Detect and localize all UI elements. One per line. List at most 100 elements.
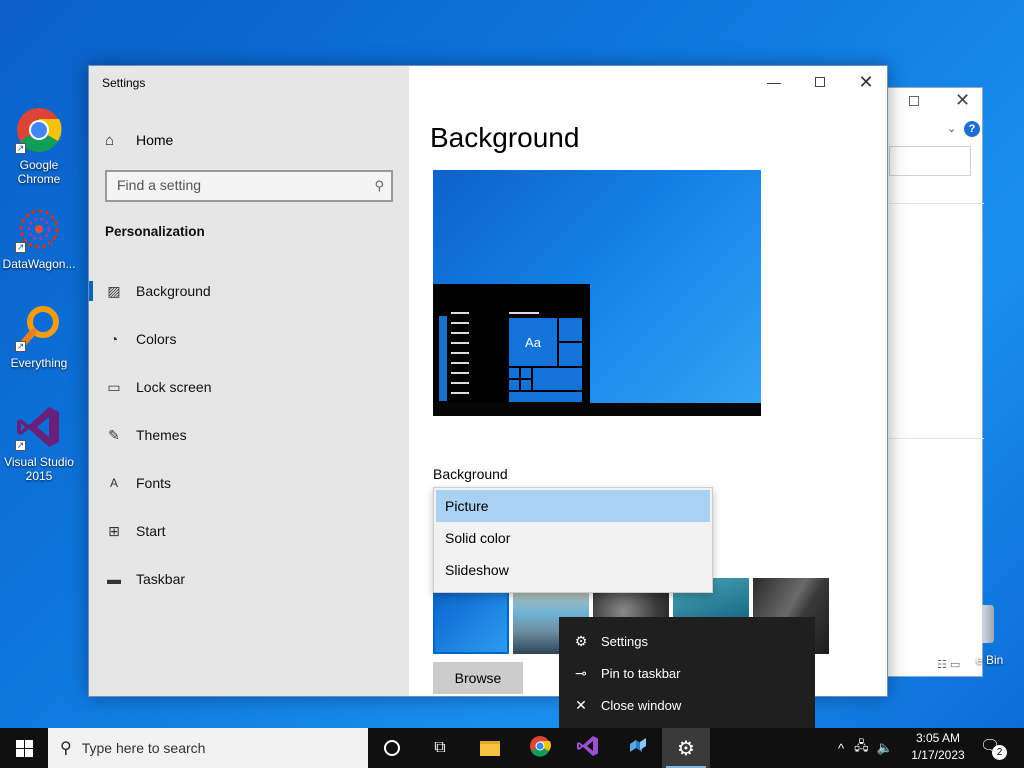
preview-group-header (509, 312, 539, 314)
chevron-up-icon[interactable]: ^ (838, 741, 844, 756)
nav-item-lock-screen[interactable]: ▭ Lock screen (89, 367, 409, 407)
background-label: Background (433, 466, 508, 482)
view-toggle-icons[interactable]: ☷ ▭ (937, 658, 960, 671)
dropdown-option-picture[interactable]: Picture (436, 490, 710, 522)
nav-item-label: Colors (136, 331, 177, 347)
taskbar-app-settings[interactable]: ⚙ (662, 728, 710, 768)
help-icon[interactable]: ? (964, 121, 980, 137)
search-placeholder: Find a setting (117, 177, 202, 193)
maximize-icon[interactable] (909, 96, 919, 106)
page-title: Background (430, 122, 580, 153)
jump-item-pin-to-taskbar[interactable]: ⊸ Pin to taskbar (559, 657, 815, 689)
desktop-icon-label: e Bin (976, 653, 1004, 667)
home-icon: ⌂ (105, 131, 115, 149)
cortana-button[interactable] (368, 728, 416, 768)
taskbar-clock[interactable]: 3:05 AM 1/17/2023 (903, 730, 973, 764)
network-icon[interactable]: 🖧 (854, 737, 869, 759)
preview-tile-wide (508, 391, 583, 403)
divider (889, 203, 984, 204)
fonts-icon: A (109, 476, 118, 490)
visual-studio-icon: ↗ (15, 403, 63, 451)
settings-nav-pane: Settings ⌂ Home Find a setting ⚲ Persona… (89, 66, 409, 696)
preview-tile (520, 367, 532, 379)
nav-item-label: Lock screen (136, 379, 212, 395)
nav-item-taskbar[interactable]: ▬ Taskbar (89, 559, 409, 599)
nav-item-label: Themes (136, 427, 187, 443)
nav-item-colors[interactable]: ◔ Colors (89, 319, 409, 359)
jump-item-close-window[interactable]: ✕ Close window (559, 689, 815, 721)
nav-item-start[interactable]: ⊞ Start (89, 511, 409, 551)
desktop-icon-label: Google Chrome (17, 158, 61, 186)
minimize-icon: — (767, 74, 781, 90)
desktop-icon-recycle-bin[interactable]: e Bin (976, 605, 1024, 667)
find-setting-input[interactable]: Find a setting ⚲ (105, 170, 393, 202)
notification-count-badge: 2 (992, 745, 1007, 760)
browse-button[interactable]: Browse (433, 662, 523, 694)
nav-item-label: Fonts (136, 475, 172, 491)
address-field[interactable] (889, 146, 971, 176)
themes-icon: ✎ (108, 426, 120, 443)
preview-tile-large: Aa (508, 317, 558, 367)
start-button[interactable] (0, 728, 48, 768)
dropdown-option-slideshow[interactable]: Slideshow (434, 554, 712, 586)
home-link[interactable]: ⌂ Home (105, 130, 173, 150)
jump-item-label: Pin to taskbar (601, 665, 681, 681)
desktop-icon-visual-studio[interactable]: ↗ Visual Studio 2015 (2, 403, 76, 483)
preview-app-column (439, 316, 447, 401)
nav-item-background[interactable]: ▨ Background (89, 271, 409, 311)
datawagon-icon: ↗ (15, 205, 63, 253)
preview-start-menu: Aa (433, 284, 590, 416)
taskbar-search-placeholder: Type here to search (81, 740, 206, 756)
section-title: Personalization (105, 224, 205, 239)
desktop-icon-label: Everything (10, 356, 68, 370)
palette-icon: ◔ (109, 331, 119, 347)
taskbar-app-datawagon[interactable] (614, 728, 662, 768)
preview-tile-wide (532, 367, 583, 391)
jump-item-label: Close window (601, 697, 682, 713)
nav-item-fonts[interactable]: A Fonts (89, 463, 409, 503)
file-explorer-icon (480, 740, 500, 756)
preview-taskbar (433, 403, 761, 416)
dropdown-option-solid-color[interactable]: Solid color (434, 522, 712, 554)
pin-icon: ⊸ (575, 664, 587, 681)
window-title: Settings (102, 76, 146, 90)
clock-time: 3:05 AM (915, 731, 961, 745)
close-button[interactable]: ✕ (843, 70, 887, 94)
maximize-button[interactable] (797, 70, 843, 94)
task-view-button[interactable]: ⧉ (416, 728, 464, 768)
search-icon: ⚲ (374, 178, 384, 193)
background-dropdown-list[interactable]: Picture Solid color Slideshow (433, 487, 713, 593)
taskbar-app-file-explorer[interactable] (466, 728, 514, 768)
preview-tile (558, 342, 583, 367)
gear-icon: ⚙ (574, 632, 588, 649)
taskbar-app-visual-studio[interactable] (564, 728, 612, 768)
action-center-button[interactable]: 🗨 2 (980, 736, 1008, 760)
jump-item-settings[interactable]: ⚙ Settings (559, 625, 815, 657)
start-icon: ⊞ (108, 522, 120, 539)
nav-item-themes[interactable]: ✎ Themes (89, 415, 409, 455)
task-view-icon: ⧉ (434, 739, 446, 756)
desktop-icon-everything[interactable]: ↗ Everything (2, 304, 76, 370)
desktop-icon-chrome[interactable]: ↗ Google Chrome (2, 106, 76, 186)
preview-tile (558, 317, 583, 342)
chevron-down-icon[interactable]: ⌄ (947, 122, 956, 135)
minimize-button[interactable]: — (751, 70, 797, 94)
volume-icon[interactable]: 🔈 (877, 740, 893, 756)
close-icon: ✕ (575, 696, 587, 713)
home-label: Home (136, 132, 174, 148)
taskbar-search-box[interactable]: ⚲ Type here to search (48, 728, 368, 768)
clock-date: 1/17/2023 (911, 748, 965, 762)
divider (889, 438, 984, 439)
jump-item-label: Settings (601, 633, 648, 649)
settings-window[interactable]: Settings ⌂ Home Find a setting ⚲ Persona… (88, 65, 888, 697)
system-tray: ^ 🖧 🔈 (838, 728, 893, 768)
close-icon: ✕ (858, 72, 874, 92)
preview-tile (508, 379, 520, 391)
desktop-icon-label: Visual Studio 2015 (4, 455, 74, 483)
close-icon[interactable]: ✕ (955, 90, 970, 111)
desktop-icon-datawagon[interactable]: ↗ DataWagon... (2, 205, 76, 271)
preview-tile (520, 379, 532, 391)
taskbar-icon: ▬ (107, 571, 121, 587)
preview-tile (508, 367, 520, 379)
taskbar-app-chrome[interactable] (516, 728, 564, 768)
